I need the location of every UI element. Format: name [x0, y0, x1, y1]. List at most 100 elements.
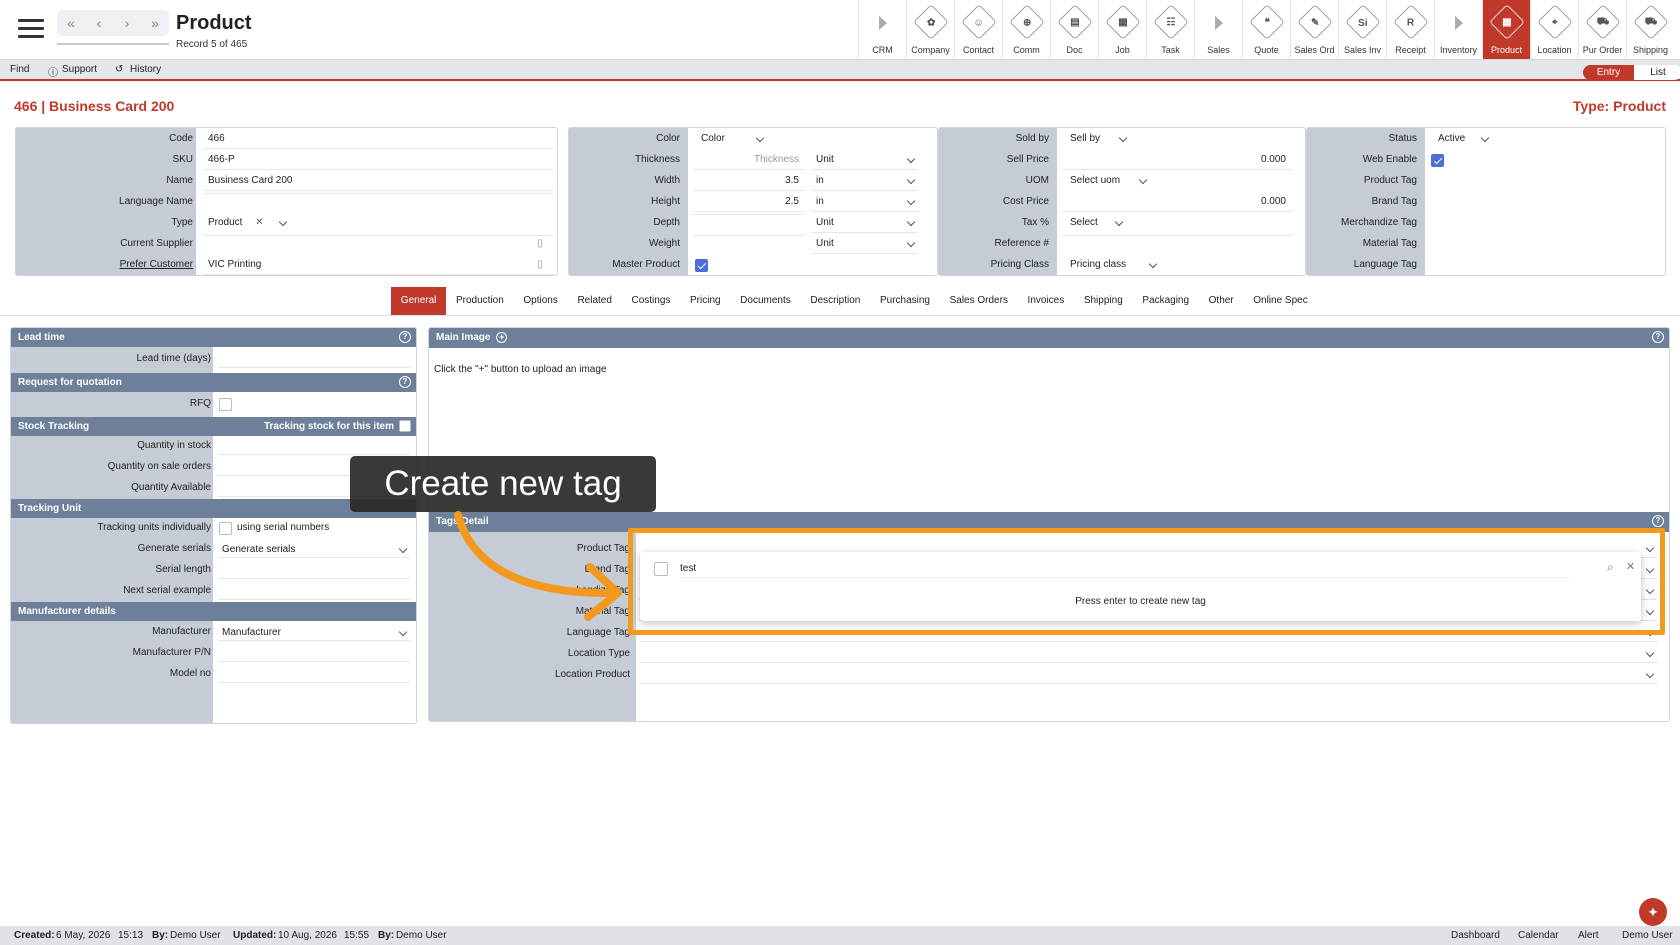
uom-select[interactable]: Select uom [1066, 172, 1150, 190]
close-icon[interactable]: ✕ [1626, 560, 1635, 573]
module-comm[interactable]: ⊕ Comm [1002, 0, 1050, 59]
generate-serials-select[interactable]: Generate serials [218, 541, 410, 558]
status-select[interactable]: Active [1434, 130, 1492, 148]
module-contact[interactable]: ☺ Contact [954, 0, 1002, 59]
menu-icon[interactable] [18, 19, 44, 38]
module-product[interactable]: ▦ Product [1482, 0, 1530, 59]
tab-purchasing[interactable]: Purchasing [870, 287, 940, 315]
height-unit-select[interactable]: in [812, 193, 918, 212]
alert-link[interactable]: Alert [1578, 926, 1599, 945]
thickness-unit-select[interactable]: Unit [812, 151, 918, 170]
previous-record-button[interactable]: ‹ [85, 10, 113, 36]
last-record-button[interactable]: » [141, 10, 169, 36]
module-receipt[interactable]: R Receipt [1386, 0, 1434, 59]
module-inventory[interactable]: Inventory [1434, 0, 1482, 59]
weight-field[interactable] [693, 235, 805, 236]
select-all-checkbox[interactable] [654, 562, 668, 576]
tab-packaging[interactable]: Packaging [1133, 287, 1199, 315]
tab-documents[interactable]: Documents [730, 287, 800, 315]
width-field[interactable]: 3.5 [693, 172, 805, 191]
module-company[interactable]: ✿ Company [906, 0, 954, 59]
help-icon[interactable]: ? [1652, 515, 1664, 527]
help-icon[interactable]: ? [399, 331, 411, 343]
master-product-checkbox[interactable] [695, 259, 708, 272]
prefer-customer-field[interactable]: VIC Printing [204, 256, 554, 275]
tab-production[interactable]: Production [446, 287, 513, 315]
tab-shipping[interactable]: Shipping [1074, 287, 1133, 315]
tab-related[interactable]: Related [568, 287, 622, 315]
module-doc[interactable]: ▤ Doc [1050, 0, 1098, 59]
tag-search-input[interactable]: test [680, 560, 1571, 578]
language-name-field[interactable] [204, 193, 554, 194]
code-field[interactable]: 466 [204, 130, 554, 149]
tab-sales-orders[interactable]: Sales Orders [940, 287, 1018, 315]
pricing-class-select[interactable]: Pricing class [1066, 256, 1160, 274]
support-icon[interactable]: ⓘ [48, 64, 58, 79]
clear-type-icon[interactable]: ✕ [255, 217, 263, 228]
lead-time-field[interactable] [218, 351, 410, 368]
help-icon[interactable]: ? [399, 376, 411, 388]
next-record-button[interactable]: › [113, 10, 141, 36]
reference-field[interactable] [1062, 235, 1292, 236]
user-menu-link[interactable]: Demo User [1622, 926, 1673, 945]
tab-options[interactable]: Options [514, 287, 568, 315]
calendar-link[interactable]: Calendar [1518, 926, 1559, 945]
list-view-tab[interactable]: List [1634, 65, 1680, 80]
tab-online-spec[interactable]: Online Spec [1243, 287, 1317, 315]
tag-select[interactable] [639, 666, 1657, 684]
help-icon[interactable]: ? [1652, 331, 1664, 343]
tab-description[interactable]: Description [801, 287, 871, 315]
tab-general[interactable]: General [391, 287, 447, 315]
sell-price-field[interactable]: 0.000 [1062, 151, 1292, 170]
tax-select[interactable]: Select [1066, 214, 1126, 232]
module-task[interactable]: ☷ Task [1146, 0, 1194, 59]
weight-unit-select[interactable]: Unit [812, 235, 918, 254]
serial-length-field[interactable] [218, 562, 410, 579]
lookup-icon[interactable]: ▯ [537, 238, 543, 249]
depth-unit-select[interactable]: Unit [812, 214, 918, 233]
tab-invoices[interactable]: Invoices [1018, 287, 1074, 315]
module-job[interactable]: ▦ Job [1098, 0, 1146, 59]
assistant-button[interactable]: ✦ [1639, 898, 1667, 926]
web-enable-checkbox[interactable] [1431, 154, 1444, 167]
search-icon[interactable]: ⌕ [1607, 560, 1614, 575]
tracking-stock-checkbox[interactable] [399, 420, 411, 432]
module-crm[interactable]: CRM [858, 0, 906, 59]
current-supplier-field[interactable] [204, 235, 554, 236]
history-button[interactable]: History [130, 64, 161, 75]
module-quote[interactable]: ❝ Quote [1242, 0, 1290, 59]
thickness-field[interactable]: Thickness [693, 151, 805, 170]
manufacturer-select[interactable]: Manufacturer [218, 624, 410, 641]
rfq-checkbox[interactable] [219, 398, 232, 411]
model-no-field[interactable] [218, 666, 410, 683]
color-select[interactable]: Color [697, 130, 767, 148]
find-button[interactable]: Find [10, 64, 29, 75]
tab-other[interactable]: Other [1199, 287, 1244, 315]
add-image-icon[interactable]: + [496, 332, 508, 343]
cost-price-field[interactable]: 0.000 [1062, 193, 1292, 212]
height-field[interactable]: 2.5 [693, 193, 805, 212]
lookup-icon[interactable]: ▯ [537, 259, 543, 270]
name-field[interactable]: Business Card 200 [204, 172, 554, 191]
sold-by-select[interactable]: Sell by [1066, 130, 1130, 148]
first-record-button[interactable]: « [57, 10, 85, 36]
module-sales-inv[interactable]: Si Sales Inv [1338, 0, 1386, 59]
manufacturer-pn-field[interactable] [218, 645, 410, 662]
support-button[interactable]: Support [62, 64, 97, 75]
type-select[interactable]: Product ✕ [204, 214, 290, 232]
tracking-units-checkbox[interactable] [219, 522, 232, 535]
sku-field[interactable]: 466-P [204, 151, 554, 170]
history-icon[interactable]: ↺ [115, 64, 123, 75]
width-unit-select[interactable]: in [812, 172, 918, 191]
entry-view-tab[interactable]: Entry [1583, 65, 1634, 80]
module-location[interactable]: ⌖ Location [1530, 0, 1578, 59]
tab-pricing[interactable]: Pricing [680, 287, 730, 315]
module-pur-order[interactable]: ⛟ Pur Order [1578, 0, 1626, 59]
module-shipping[interactable]: ⛟ Shipping [1626, 0, 1674, 59]
depth-field[interactable] [693, 214, 805, 215]
module-sales-ord[interactable]: ✎ Sales Ord [1290, 0, 1338, 59]
module-sales[interactable]: Sales [1194, 0, 1242, 59]
dashboard-link[interactable]: Dashboard [1451, 926, 1500, 945]
tab-costings[interactable]: Costings [622, 287, 681, 315]
tag-select[interactable] [639, 645, 1657, 663]
